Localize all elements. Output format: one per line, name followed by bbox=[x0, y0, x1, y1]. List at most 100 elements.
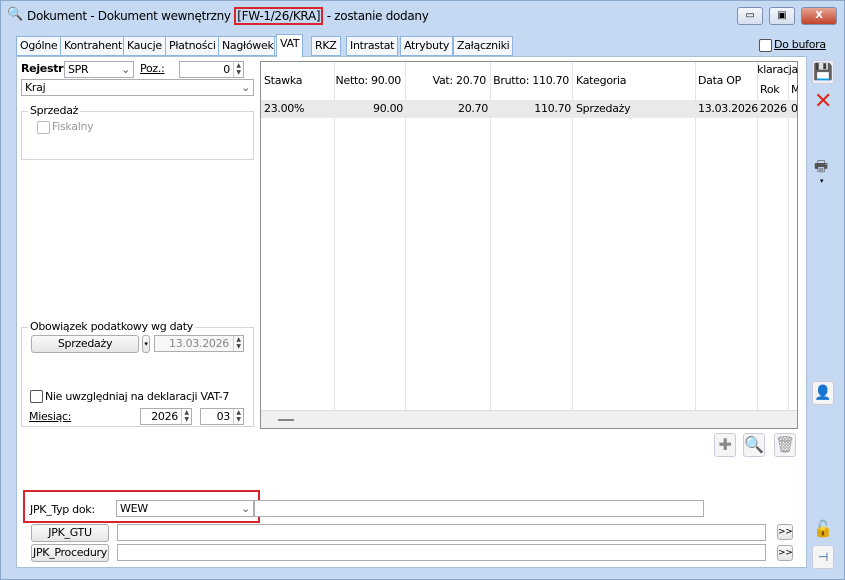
cell-brutto: 110.70 bbox=[534, 102, 571, 115]
tab-atrybuty[interactable]: Atrybuty bbox=[400, 36, 454, 56]
unlock-icon: 🔓 bbox=[813, 519, 833, 538]
plus-icon: ✚ bbox=[718, 435, 732, 454]
save-button[interactable]: 💾 bbox=[812, 60, 834, 84]
maximize-button[interactable]: ▣ bbox=[769, 7, 795, 25]
date-type-dropdown[interactable]: ▾ bbox=[142, 335, 150, 353]
poz-value: 0 bbox=[223, 63, 230, 76]
grid-footer bbox=[261, 410, 797, 428]
chevron-down-icon: ⌄ bbox=[241, 502, 250, 515]
jpk-procedury-button[interactable]: JPK_Procedury bbox=[31, 544, 109, 562]
year-value: 2026 bbox=[151, 410, 178, 423]
jpk-typ-description bbox=[254, 500, 704, 517]
close-button[interactable]: X bbox=[801, 7, 837, 25]
fiskalny-checkbox[interactable] bbox=[37, 121, 50, 134]
month-value: 03 bbox=[216, 410, 231, 423]
sprzedazy-button[interactable]: Sprzedaży bbox=[31, 335, 139, 353]
pin-icon: ⊣ bbox=[817, 550, 829, 564]
header-netto[interactable]: Netto: 90.00 bbox=[335, 74, 402, 87]
vat-grid: Stawka Netto: 90.00 Vat: 20.70 Brutto: 1… bbox=[260, 61, 798, 429]
close-icon: ✕ bbox=[814, 89, 833, 114]
tab-intrastat[interactable]: Intrastat bbox=[346, 36, 399, 56]
contractor-button[interactable]: 👤 bbox=[812, 381, 834, 405]
document-number: [FW-1/26/KRA] bbox=[234, 7, 324, 25]
obowiazek-group-label: Obowiązek podatkowy wg daty bbox=[28, 320, 195, 333]
poz-label: Poz.: bbox=[140, 62, 165, 75]
collapse-icon[interactable] bbox=[278, 419, 294, 421]
header-data-op[interactable]: Data OP bbox=[698, 74, 741, 87]
do-bufora-label[interactable]: Do bufora bbox=[774, 38, 826, 51]
header-vat[interactable]: Vat: 20.70 bbox=[406, 74, 487, 87]
chevron-down-icon: ⌄ bbox=[121, 63, 130, 76]
header-kategoria[interactable]: Kategoria bbox=[576, 74, 626, 87]
jpk-procedury-field[interactable] bbox=[117, 544, 766, 561]
kraj-value: Kraj bbox=[25, 81, 46, 94]
title-prefix: Dokument - Dokument wewnętrzny bbox=[27, 9, 231, 23]
month-spinner[interactable]: 03 ▲ ▼ bbox=[200, 408, 244, 425]
rejestr-value: SPR bbox=[68, 63, 89, 76]
jpk-gtu-button[interactable]: JPK_GTU bbox=[31, 524, 109, 542]
jpk-gtu-field[interactable] bbox=[117, 524, 766, 541]
magnifier-icon: 🔍 bbox=[744, 435, 764, 454]
sprzedaz-group bbox=[21, 111, 254, 160]
header-m[interactable]: M bbox=[791, 83, 798, 96]
cell-m: 03 bbox=[791, 102, 798, 115]
tab-naglowek[interactable]: Nagłówek bbox=[218, 36, 278, 56]
pin-button[interactable]: ⊣ bbox=[812, 545, 834, 569]
header-deklaracja[interactable]: Deklaracja bbox=[758, 63, 798, 76]
jpk-typ-value: WEW bbox=[120, 502, 148, 515]
jpk-gtu-more-button[interactable]: >> bbox=[777, 524, 793, 540]
poz-spinner[interactable]: 0 ▲ ▼ bbox=[179, 61, 244, 78]
header-rok[interactable]: Rok bbox=[760, 83, 780, 96]
miesiac-label: Miesiąc: bbox=[29, 410, 72, 423]
year-spinner[interactable]: 2026 ▲ ▼ bbox=[140, 408, 192, 425]
window-title: Dokument - Dokument wewnętrzny [FW-1/26/… bbox=[27, 7, 429, 25]
date-value: 13.03.2026 bbox=[169, 337, 229, 350]
magnifier-icon: 🔍 bbox=[7, 7, 23, 22]
cell-vat: 20.70 bbox=[458, 102, 488, 115]
tab-platnosci[interactable]: Płatności bbox=[165, 36, 220, 56]
cell-data-op: 13.03.2026 bbox=[698, 102, 758, 115]
cell-kategoria: Sprzedaży bbox=[576, 102, 631, 115]
document-window: 🔍 Dokument - Dokument wewnętrzny [FW-1/2… bbox=[0, 0, 845, 580]
lock-button[interactable]: 🔓 bbox=[813, 519, 833, 538]
floppy-disk-icon: 💾 bbox=[813, 62, 833, 81]
spin-arrows-icon[interactable]: ▲ ▼ bbox=[181, 409, 191, 424]
jpk-typ-label: JPK_Typ dok: bbox=[30, 503, 95, 516]
spin-arrows-icon[interactable]: ▲ ▼ bbox=[233, 62, 243, 77]
printer-icon: 🖶 bbox=[814, 157, 828, 175]
delete-button[interactable]: 🗑 bbox=[774, 433, 796, 457]
nie-uwzgledniaj-checkbox[interactable] bbox=[30, 390, 43, 403]
fiskalny-label: Fiskalny bbox=[52, 120, 94, 133]
view-button[interactable]: 🔍 bbox=[743, 433, 765, 457]
rejestr-label: Rejestr: bbox=[21, 62, 68, 75]
header-stawka[interactable]: Stawka bbox=[264, 74, 302, 87]
rejestr-combo[interactable]: SPR ⌄ bbox=[64, 61, 134, 78]
title-suffix: - zostanie dodany bbox=[326, 9, 429, 23]
cell-rok: 2026 bbox=[760, 102, 787, 115]
tab-rkz[interactable]: RKZ bbox=[311, 36, 341, 56]
date-field[interactable]: 13.03.2026 ▲ ▼ bbox=[154, 335, 244, 352]
jpk-typ-combo[interactable]: WEW ⌄ bbox=[116, 500, 254, 517]
sprzedaz-group-label: Sprzedaż bbox=[28, 104, 81, 117]
nie-uwzgledniaj-label: Nie uwzględniaj na deklaracji VAT-7 bbox=[45, 390, 230, 403]
jpk-procedury-more-button[interactable]: >> bbox=[777, 545, 793, 561]
chevron-down-icon: ⌄ bbox=[241, 81, 250, 94]
tab-zalaczniki[interactable]: Załączniki bbox=[453, 36, 514, 56]
tab-kontrahent[interactable]: Kontrahent bbox=[60, 36, 126, 56]
cell-stawka: 23.00% bbox=[264, 102, 305, 115]
tab-ogolne[interactable]: Ogólne bbox=[16, 36, 62, 56]
minimize-button[interactable]: ▭ bbox=[737, 7, 763, 25]
person-icon: 👤 bbox=[814, 385, 832, 401]
cell-netto: 90.00 bbox=[373, 102, 403, 115]
do-bufora-checkbox[interactable] bbox=[759, 39, 772, 52]
spin-arrows-icon[interactable]: ▲ ▼ bbox=[233, 409, 243, 424]
trash-icon: 🗑 bbox=[775, 435, 796, 454]
tab-kaucje[interactable]: Kaucje bbox=[123, 36, 166, 56]
tab-vat[interactable]: VAT bbox=[276, 34, 304, 57]
header-brutto[interactable]: Brutto: 110.70 bbox=[491, 74, 569, 87]
spin-arrows-icon[interactable]: ▲ ▼ bbox=[233, 336, 243, 351]
kraj-combo[interactable]: Kraj ⌄ bbox=[21, 79, 254, 96]
add-button[interactable]: ✚ bbox=[714, 433, 736, 457]
print-dropdown-icon[interactable]: ▾ bbox=[820, 177, 824, 185]
cancel-button[interactable]: ✕ bbox=[814, 89, 832, 114]
